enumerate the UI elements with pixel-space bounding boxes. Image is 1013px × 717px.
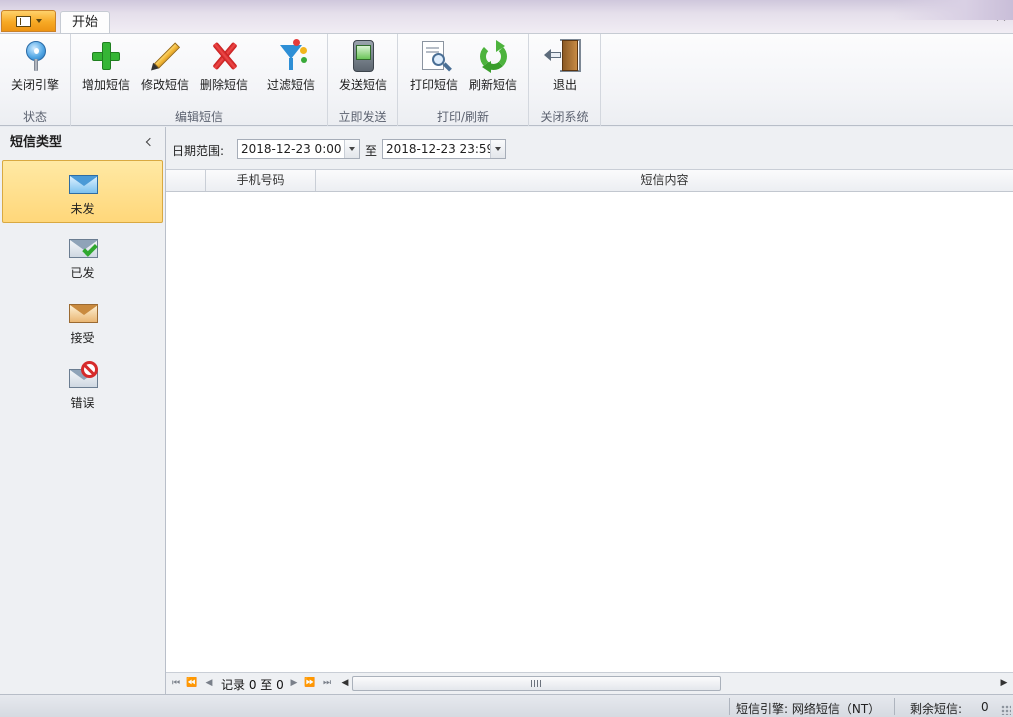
record-navigator: ⏮ ⏪ ◀ 记录 0 至 0 ▶ ⏩ ⏭ ◀ ▶ — [166, 672, 1013, 694]
refresh-icon — [476, 39, 510, 73]
scroll-left-icon[interactable]: ◀ — [339, 677, 351, 689]
minimize-ribbon-icon[interactable] — [997, 15, 1007, 25]
status-bar: 短信引擎: 网络短信（NT） 剩余短信: 0 — [0, 694, 1013, 717]
ribbon-group-close-system: 退出 关闭系统 — [529, 34, 601, 126]
edit-sms-button[interactable]: 修改短信 — [138, 37, 192, 97]
filter-funnel-icon — [274, 39, 308, 73]
application-menu-button[interactable] — [1, 10, 56, 32]
pencil-icon — [148, 39, 182, 74]
previous-page-icon[interactable]: ⏪ — [186, 677, 198, 689]
scroll-right-icon[interactable]: ▶ — [998, 677, 1010, 689]
group-caption-print-refresh: 打印/刷新 — [436, 110, 490, 124]
add-icon — [89, 39, 123, 73]
envelope-error-icon — [67, 361, 99, 391]
record-count-text: 记录 0 至 0 — [221, 678, 284, 692]
sidebar-item-unsent[interactable]: 未发 — [2, 160, 163, 223]
scroll-grip-icon — [531, 680, 541, 687]
filter-sms-label: 过滤短信 — [266, 78, 315, 92]
next-page-icon[interactable]: ⏩ — [304, 677, 316, 689]
edit-sms-label: 修改短信 — [140, 78, 189, 92]
engine-icon — [18, 39, 52, 73]
envelope-icon — [67, 169, 99, 197]
send-sms-button[interactable]: 发送短信 — [335, 37, 391, 97]
filter-sms-button[interactable]: 过滤短信 — [264, 37, 318, 97]
ribbon-group-send-now: 发送短信 立即发送 — [328, 34, 398, 126]
envelope-open-icon — [67, 298, 99, 326]
delete-sms-label: 删除短信 — [199, 78, 248, 92]
print-sms-label: 打印短信 — [409, 78, 458, 92]
first-page-icon[interactable]: ⏮ — [170, 677, 182, 689]
ribbon-group-status: 关闭引擎 状态 — [0, 34, 71, 126]
add-sms-button[interactable]: 增加短信 — [79, 37, 133, 97]
last-page-icon[interactable]: ⏭ — [321, 677, 333, 689]
sidebar-item-label: 未发 — [70, 202, 95, 216]
title-bar: 开始 — [0, 0, 1013, 33]
row-indicator-header — [166, 170, 206, 191]
phone-send-icon — [346, 39, 380, 73]
sidebar-header: 短信类型 — [0, 127, 165, 159]
horizontal-scrollbar-thumb[interactable] — [352, 676, 721, 691]
ribbon-group-edit: 增加短信 修改短信 删除短信 过滤短信 编辑短信 — [71, 34, 328, 126]
sidebar-title: 短信类型 — [10, 135, 63, 150]
send-sms-label: 发送短信 — [338, 78, 387, 92]
exit-door-icon — [544, 39, 582, 73]
sidebar-item-received[interactable]: 接受 — [2, 290, 163, 353]
grid-header: 手机号码 短信内容 — [166, 170, 1013, 192]
previous-record-icon[interactable]: ◀ — [203, 677, 215, 689]
group-caption-close-system: 关闭系统 — [540, 110, 589, 124]
chevron-down-icon — [35, 19, 42, 23]
tab-start[interactable]: 开始 — [60, 11, 110, 33]
sms-engine-status: 短信引擎: 网络短信（NT） — [736, 702, 881, 716]
print-sms-button[interactable]: 打印短信 — [406, 37, 462, 97]
sidebar-item-label: 错误 — [70, 396, 95, 410]
refresh-sms-label: 刷新短信 — [468, 78, 517, 92]
group-caption-status: 状态 — [22, 110, 47, 124]
sidebar-item-error[interactable]: 错误 — [2, 355, 163, 418]
close-engine-button[interactable]: 关闭引擎 — [4, 37, 66, 97]
close-engine-label: 关闭引擎 — [10, 78, 59, 92]
date-to-value: 2018-12-23 23:59 — [386, 142, 495, 156]
sidebar-item-label: 接受 — [70, 331, 95, 345]
sms-type-sidebar: 短信类型 未发 已发 接受 错误 — [0, 127, 166, 694]
ribbon-group-print-refresh: 打印短信 刷新短信 打印/刷新 — [398, 34, 529, 126]
book-icon — [15, 15, 31, 27]
refresh-sms-button[interactable]: 刷新短信 — [465, 37, 521, 97]
column-header-content[interactable]: 短信内容 — [316, 170, 1013, 191]
delete-x-icon — [207, 39, 241, 73]
status-separator — [894, 698, 895, 715]
date-filter-bar: 日期范围: 2018-12-23 0:00 至 2018-12-23 23:59 — [166, 127, 1013, 170]
resize-grip-icon[interactable] — [1001, 705, 1011, 715]
delete-sms-button[interactable]: 删除短信 — [197, 37, 251, 97]
next-record-icon[interactable]: ▶ — [288, 677, 300, 689]
exit-label: 退出 — [552, 78, 577, 92]
ribbon: 关闭引擎 状态 增加短信 修改短信 删除短信 过滤短信 编辑短信 发送短信 立即… — [0, 33, 1013, 126]
chevron-down-icon[interactable] — [490, 140, 505, 158]
remaining-sms-label: 剩余短信: — [910, 702, 963, 716]
date-from-value: 2018-12-23 0:00 — [241, 142, 342, 156]
status-separator — [729, 698, 730, 715]
print-preview-icon — [417, 39, 452, 73]
add-sms-label: 增加短信 — [81, 78, 130, 92]
date-to-label: 至 — [365, 144, 378, 158]
column-header-phone[interactable]: 手机号码 — [206, 170, 316, 191]
date-range-label: 日期范围: — [172, 144, 225, 158]
collapse-left-icon[interactable] — [145, 137, 155, 147]
sidebar-item-label: 已发 — [70, 266, 95, 280]
group-caption-send-now: 立即发送 — [338, 110, 387, 124]
chevron-down-icon[interactable] — [344, 140, 359, 158]
sms-grid-body[interactable] — [166, 192, 1013, 670]
sidebar-item-sent[interactable]: 已发 — [2, 225, 163, 288]
exit-button[interactable]: 退出 — [542, 37, 588, 97]
envelope-check-icon — [67, 233, 99, 261]
main-panel: 日期范围: 2018-12-23 0:00 至 2018-12-23 23:59… — [166, 127, 1013, 694]
remaining-sms-value: 0 — [981, 700, 989, 714]
date-to-field[interactable]: 2018-12-23 23:59 — [382, 139, 506, 159]
group-caption-edit: 编辑短信 — [174, 110, 223, 124]
date-from-field[interactable]: 2018-12-23 0:00 — [237, 139, 360, 159]
